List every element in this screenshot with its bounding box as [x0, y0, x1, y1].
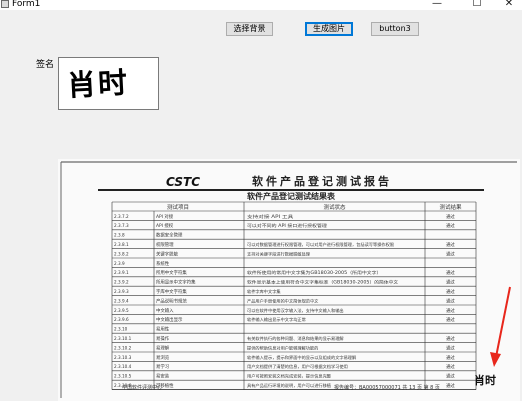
- document-signature-stamp: 肖时: [474, 373, 496, 387]
- table-cell-status: 软件输入输出显示中文字均正常: [247, 316, 306, 323]
- table-cell-id: 2.3.10: [114, 327, 128, 332]
- table-cell-id: 2.3.7.2: [114, 214, 129, 219]
- document-footer-right: 报告编号：BA00057000071 共 13 页 第 8 页: [334, 384, 440, 391]
- document-image: CSTC 软件产品登记测试报告 软件产品登记测试结果表 测试项目 测试状态 测试结果…: [58, 159, 520, 401]
- table-cell-id: 2.3.10.2: [114, 345, 132, 350]
- table-cell-result: 通过: [446, 354, 455, 361]
- table-cell-result: 通过: [446, 344, 455, 351]
- document-footer-left: 中国软件评测中心: [122, 384, 162, 391]
- table-cell-status: 支持对接 API 工具: [247, 213, 294, 220]
- close-button[interactable]: ✕: [497, 0, 521, 10]
- table-cell-status: 具有产品运行环境的说明，用户可以进行移植: [247, 382, 331, 389]
- choose-background-button[interactable]: 选择背景: [226, 22, 273, 36]
- table-cell-result: 通过: [446, 250, 455, 257]
- table-cell-item: 中文输出显示: [156, 316, 183, 323]
- table-cell-status: 有关软件执行的各种问题、消息和结果的显示易理解: [247, 335, 344, 342]
- table-cell-item: 所用中文字符集: [156, 269, 187, 276]
- table-cell-id: 2.3.8: [114, 233, 125, 238]
- table-cell-item: 易理解: [156, 344, 170, 351]
- table-cell-item: 数据安全管理: [156, 232, 183, 239]
- maximize-button[interactable]: ☐: [465, 0, 489, 10]
- table-cell-result: 通过: [446, 316, 455, 323]
- table-cell-result: 通过: [446, 269, 455, 276]
- table-header-cell: 测试项目: [167, 203, 189, 211]
- table-cell-status: 软件字库中文字集: [247, 288, 281, 295]
- table-cell-status: 产品用户手册使用的中文简体规范中文: [247, 297, 319, 304]
- table-cell-result: 通过: [446, 297, 455, 304]
- table-cell-id: 2.3.9.4: [114, 298, 129, 303]
- table-cell-item: 产品说明书规范: [156, 297, 187, 304]
- table-cell-item: 字库中文字符集: [156, 288, 187, 295]
- minimize-button[interactable]: —: [425, 0, 449, 10]
- table-cell-item: 中文输入: [156, 307, 174, 314]
- table-cell-item: 易用性: [156, 326, 170, 333]
- table-header-cell: 测试状态: [323, 203, 346, 211]
- window-title: Form1: [12, 0, 41, 9]
- document-brand: CSTC: [166, 175, 200, 189]
- table-cell-item: 易浏览: [156, 354, 170, 361]
- table-header-cell: 测试结果: [439, 203, 462, 211]
- table-cell-item: API 对接: [156, 213, 174, 220]
- table-cell-status: 用户文档提供了清楚的信息，用户可根据文档学习使用: [247, 363, 348, 370]
- table-cell-result: 通过: [446, 382, 455, 389]
- table-cell-id: 2.3.9.3: [114, 289, 129, 294]
- table-cell-id: 2.3.9.6: [114, 317, 129, 322]
- table-cell-result: 通过: [446, 307, 455, 314]
- table-cell-result: 通过: [446, 279, 455, 286]
- table-cell-item: 所用显示中文字符集: [156, 279, 196, 286]
- table-cell-id: 2.3.8.1: [114, 242, 129, 247]
- table-cell-id: 2.3.10.5: [114, 374, 132, 379]
- table-cell-item: 易安装: [156, 373, 170, 380]
- table-cell-result: 通过: [446, 335, 455, 342]
- table-cell-status: 可以对不同的 API 接口进行授权管理: [247, 222, 328, 229]
- table-cell-item: 易学习: [156, 363, 169, 370]
- table-cell-id: 2.3.9.1: [114, 270, 129, 275]
- table-cell-id: 2.3.10.4: [114, 364, 132, 369]
- table-cell-id: 2.3.8.2: [114, 251, 129, 256]
- table-cell-status: 软件显示基本上使用符合中文字集标准（GB18030-2005）的简体中文: [247, 279, 399, 286]
- table-cell-id: 2.3.10.1: [114, 336, 132, 341]
- table-cell-status: 可以对数据管理进行权限管理，可以对用户进行权限管理，包括读写等操作权限: [247, 241, 395, 248]
- table-cell-item: 易操作: [156, 335, 170, 342]
- table-cell-status: 软件输入提示，提示和界面中的显示以及组成的文字易理解: [247, 354, 356, 361]
- document-table-title: 软件产品登记测试结果表: [247, 191, 336, 201]
- window-titlebar: Form1 — ☐ ✕: [0, 0, 522, 10]
- table-cell-id: 2.3.10.3: [114, 355, 132, 360]
- table-cell-item: 关键字脱敏: [156, 250, 179, 257]
- button3[interactable]: button3: [371, 22, 419, 36]
- signature-box[interactable]: 肖时: [58, 57, 159, 110]
- app-icon: [1, 0, 9, 8]
- generate-image-button[interactable]: 生成图片: [305, 22, 353, 36]
- table-cell-status: 用户可按照安装文档完成安装，提示信息完整: [247, 373, 332, 380]
- table-cell-item: 系统性: [156, 260, 170, 267]
- signature-label: 签名: [36, 60, 55, 70]
- document-canvas: CSTC 软件产品登记测试报告 软件产品登记测试结果表 测试项目 测试状态 测试结果…: [58, 159, 520, 401]
- signature-text: 肖时: [66, 65, 130, 103]
- table-cell-result: 通过: [446, 222, 455, 229]
- table-cell-id: 2.3.9.5: [114, 308, 129, 313]
- table-cell-id: 2.3.9.2: [114, 280, 129, 285]
- table-cell-item: API 授权: [156, 222, 174, 229]
- table-cell-result: 通过: [446, 288, 455, 295]
- table-cell-result: 通过: [446, 373, 455, 380]
- table-cell-item: 权限管理: [156, 241, 174, 248]
- table-cell-status: 提供的帮助信息对用户能够理解功能的: [247, 344, 318, 351]
- table-cell-id: 2.3.7.3: [114, 223, 129, 228]
- table-cell-result: 通过: [446, 213, 455, 220]
- table-cell-status: 可以在软件中使用汉字输入法，支持中文输入和输出: [247, 307, 344, 314]
- table-cell-status: 软件所使用的常用中文字集为GB18030-2005（所用中文字）: [247, 269, 381, 276]
- table-cell-result: 通过: [446, 363, 455, 370]
- table-cell-result: 通过: [446, 241, 455, 248]
- table-cell-id: 2.3.9: [114, 261, 125, 266]
- document-heading: 软件产品登记测试报告: [252, 174, 392, 188]
- table-cell-status: 支持对关键字段进行数据脱敏处理: [247, 250, 311, 257]
